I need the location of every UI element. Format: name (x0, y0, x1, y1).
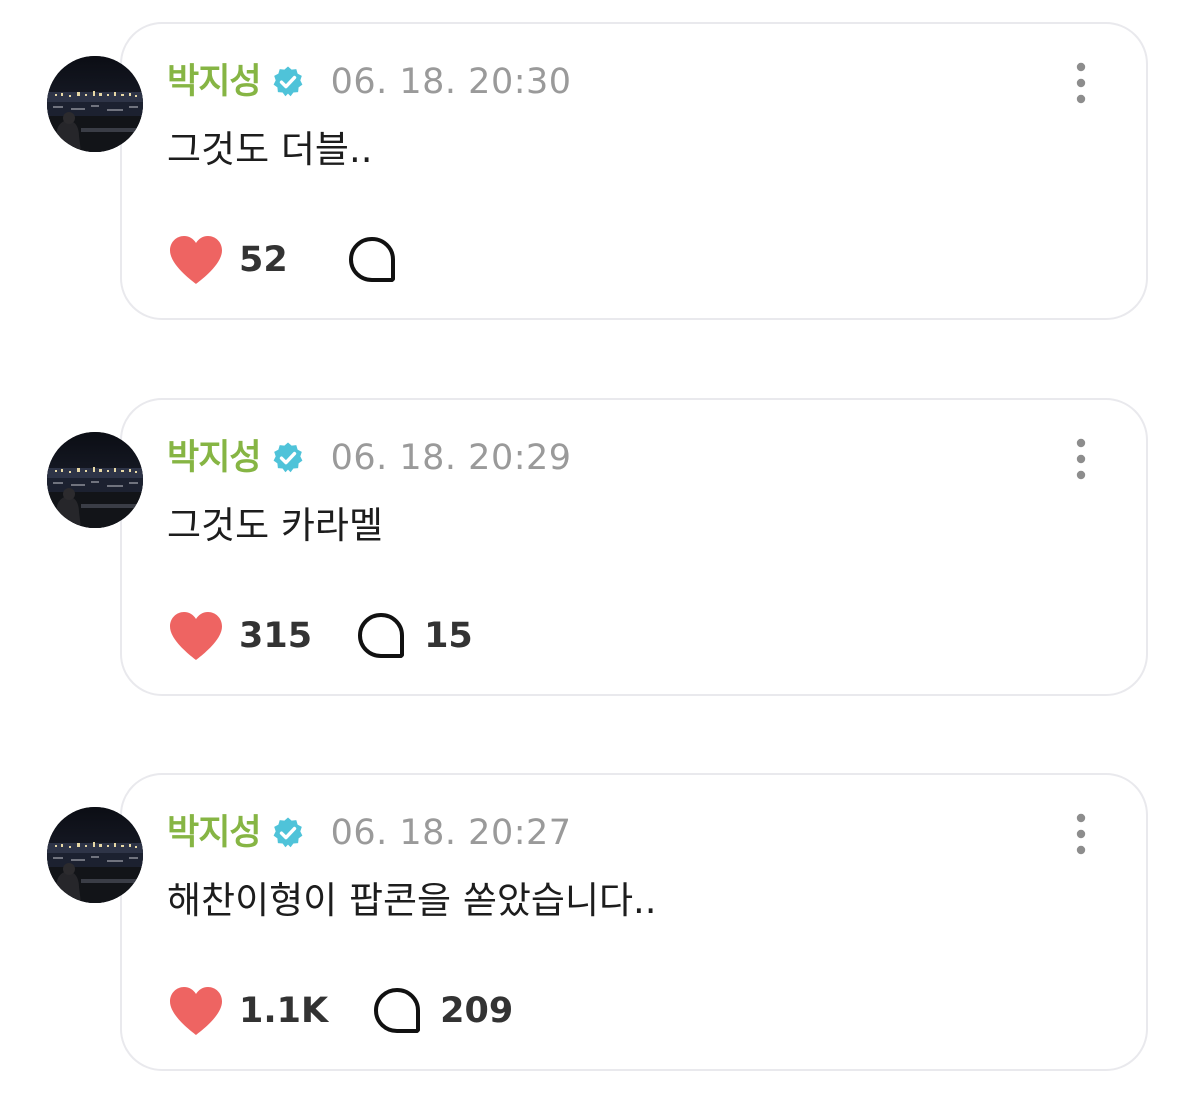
like-button[interactable]: 52 (167, 234, 303, 286)
reply-button[interactable] (347, 235, 415, 285)
post-timestamp: 06. 18. 20:29 (330, 437, 572, 478)
speech-bubble-icon (372, 986, 422, 1036)
post-card: 박지성 06. 18. 20:30 그것도 더블.. 52 (0, 22, 1200, 327)
post-card: 박지성 06. 18. 20:29 그것도 카라멜 315 15 (0, 398, 1200, 703)
reply-button[interactable]: 15 (356, 611, 473, 661)
post-timestamp: 06. 18. 20:30 (330, 61, 572, 102)
post-actions: 1.1K 209 (167, 983, 513, 1039)
post-header: 박지성 06. 18. 20:29 (167, 432, 572, 484)
author-name[interactable]: 박지성 (167, 440, 262, 476)
more-options-icon[interactable] (1066, 60, 1096, 106)
like-count: 1.1K (239, 990, 329, 1031)
like-button[interactable]: 315 (167, 610, 312, 662)
author-name[interactable]: 박지성 (167, 815, 262, 851)
post-actions: 52 (167, 232, 415, 288)
post-text: 그것도 카라멜 (167, 504, 384, 547)
heart-icon (167, 985, 225, 1037)
avatar[interactable] (47, 56, 143, 152)
post-header: 박지성 06. 18. 20:30 (167, 56, 572, 108)
heart-icon (167, 610, 225, 662)
avatar[interactable] (47, 432, 143, 528)
reply-button[interactable]: 209 (372, 986, 513, 1036)
more-options-icon[interactable] (1066, 811, 1096, 857)
post-timestamp: 06. 18. 20:27 (330, 812, 572, 853)
post-text: 그것도 더블.. (167, 128, 373, 171)
like-count: 52 (239, 239, 288, 280)
avatar[interactable] (47, 807, 143, 903)
verified-badge-icon (271, 441, 305, 475)
post-header: 박지성 06. 18. 20:27 (167, 807, 572, 859)
post-text: 해찬이형이 팝콘을 쏟았습니다.. (167, 879, 657, 922)
post-actions: 315 15 (167, 608, 473, 664)
like-button[interactable]: 1.1K (167, 985, 328, 1037)
like-count: 315 (239, 615, 313, 656)
reply-count: 209 (440, 990, 514, 1031)
more-options-icon[interactable] (1066, 436, 1096, 482)
verified-badge-icon (271, 65, 305, 99)
heart-icon (167, 234, 225, 286)
speech-bubble-icon (347, 235, 397, 285)
reply-count: 15 (424, 615, 473, 656)
post-card: 박지성 06. 18. 20:27 해찬이형이 팝콘을 쏟았습니다.. 1.1K… (0, 773, 1200, 1078)
speech-bubble-icon (356, 611, 406, 661)
author-name[interactable]: 박지성 (167, 64, 262, 100)
verified-badge-icon (271, 816, 305, 850)
